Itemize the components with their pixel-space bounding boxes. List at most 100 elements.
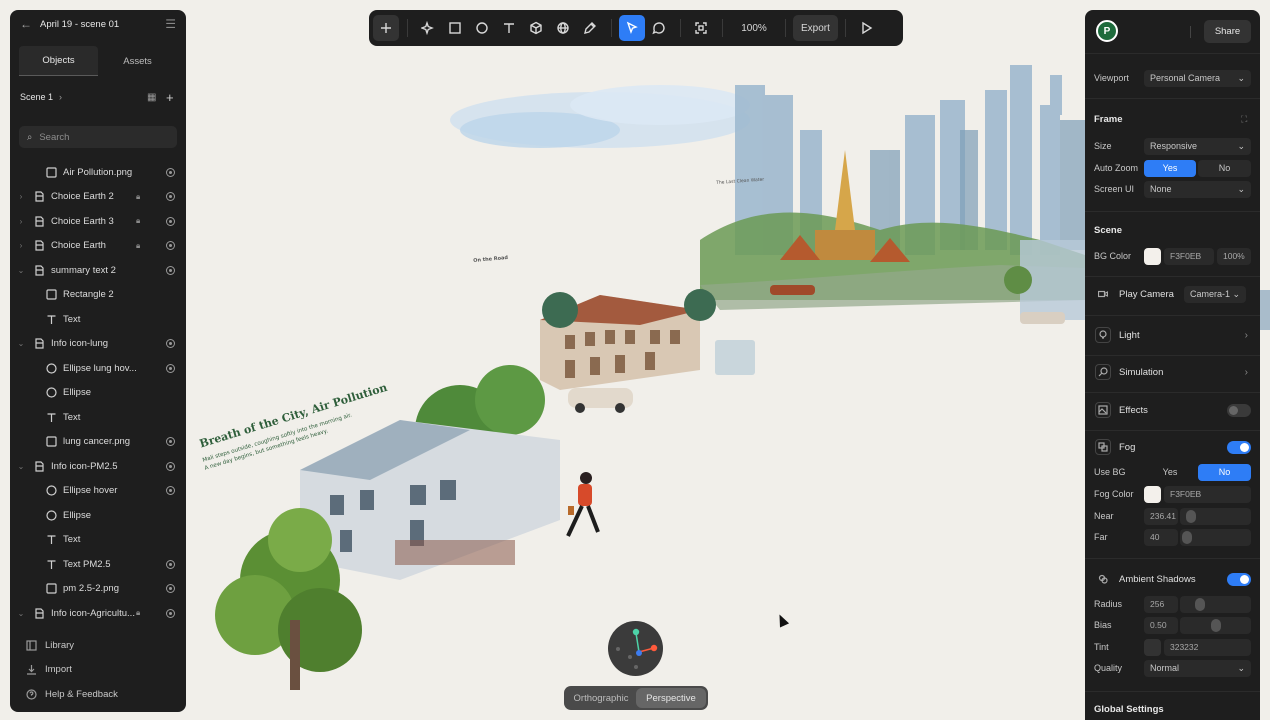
layer-row[interactable]: Air Pollution.png	[10, 160, 186, 185]
layer-row[interactable]: › Choice Earth 🔒︎	[10, 234, 186, 259]
back-arrow-icon[interactable]: ←	[20, 17, 32, 31]
bgcolor-opacity[interactable]: 100%	[1217, 247, 1251, 265]
lock-icon[interactable]: 🔒︎	[136, 608, 140, 618]
play-button[interactable]	[853, 15, 879, 41]
bgcolor-swatch[interactable]	[1144, 247, 1161, 265]
orthographic-button[interactable]: Orthographic	[566, 688, 636, 708]
visibility-icon[interactable]	[166, 559, 175, 569]
visibility-icon[interactable]	[166, 192, 175, 202]
layer-row[interactable]: › Choice Earth 3 🔒︎	[10, 209, 186, 234]
add-scene-icon[interactable]: +	[166, 90, 174, 105]
pen-tool-button[interactable]	[577, 15, 603, 41]
layer-row[interactable]: ⌄ Info icon-Agricultu... 🔒︎	[10, 601, 186, 626]
far-value[interactable]: 40	[1144, 528, 1178, 546]
far-slider-handle[interactable]	[1182, 530, 1192, 544]
visibility-icon[interactable]	[166, 437, 175, 447]
light-row[interactable]: Light ›	[1085, 322, 1260, 348]
frame-button[interactable]	[688, 15, 714, 41]
fog-toggle[interactable]	[1227, 440, 1251, 454]
fogcolor-swatch[interactable]	[1144, 485, 1161, 503]
visibility-icon[interactable]	[166, 167, 175, 177]
layer-row[interactable]: ⌄ Info icon-lung	[10, 332, 186, 357]
autozoom-yes[interactable]: Yes	[1144, 159, 1196, 177]
visibility-icon[interactable]	[166, 584, 175, 594]
radius-value[interactable]: 256	[1144, 595, 1178, 613]
screenui-select[interactable]: None ⌄	[1144, 180, 1251, 198]
visibility-icon[interactable]	[166, 363, 175, 373]
visibility-icon[interactable]	[166, 461, 175, 471]
comment-tool-button[interactable]	[646, 15, 672, 41]
visibility-icon[interactable]	[166, 216, 175, 226]
layer-row[interactable]: lung cancer.png	[10, 430, 186, 455]
size-select[interactable]: Responsive ⌄	[1144, 137, 1251, 155]
orientation-gizmo[interactable]	[608, 621, 663, 676]
camera-select[interactable]: Camera-1 ⌄	[1184, 285, 1246, 303]
ellipse-tool-button[interactable]	[469, 15, 495, 41]
search-input[interactable]: ⌕ Search	[19, 126, 177, 148]
collapse-caret-icon[interactable]: ⌄	[17, 462, 25, 471]
effects-toggle[interactable]	[1227, 403, 1251, 417]
bgcolor-hex[interactable]: F3F0EB	[1164, 247, 1214, 265]
import-link[interactable]: Import	[10, 658, 186, 683]
layer-row[interactable]: Ellipse lung hov...	[10, 356, 186, 381]
cube-tool-button[interactable]	[523, 15, 549, 41]
far-slider[interactable]	[1180, 528, 1251, 546]
expand-caret-icon[interactable]: ›	[17, 241, 25, 250]
sphere-tool-button[interactable]	[550, 15, 576, 41]
collapse-caret-icon[interactable]: ⌄	[17, 266, 25, 275]
layer-row[interactable]: ⌄ summary text 2	[10, 258, 186, 283]
layer-row[interactable]: Ellipse hover	[10, 479, 186, 504]
rectangle-tool-button[interactable]	[442, 15, 468, 41]
near-value[interactable]: 236.41	[1144, 507, 1178, 525]
layer-row[interactable]: pm 2.5-2.png	[10, 577, 186, 602]
layer-row[interactable]: ⌄ Info icon-PM2.5	[10, 454, 186, 479]
layer-row[interactable]: Text PM2.5	[10, 552, 186, 577]
autozoom-no[interactable]: No	[1198, 159, 1251, 177]
export-button[interactable]: Export	[793, 15, 838, 41]
ambient-shadows-toggle[interactable]	[1227, 572, 1251, 586]
zoom-level[interactable]: 100%	[730, 15, 778, 41]
text-tool-button[interactable]	[496, 15, 522, 41]
lock-icon[interactable]: 🔒︎	[136, 241, 140, 251]
help-link[interactable]: Help & Feedback	[10, 682, 186, 707]
tab-objects[interactable]: Objects	[19, 46, 98, 76]
usebg-yes[interactable]: Yes	[1144, 464, 1196, 481]
avatar[interactable]: P	[1096, 20, 1118, 42]
scene-selector[interactable]: Scene 1 › ▦ +	[20, 90, 178, 105]
collapse-caret-icon[interactable]: ⌄	[17, 609, 25, 618]
layer-row[interactable]: Text	[10, 405, 186, 430]
layer-row[interactable]: Ellipse	[10, 503, 186, 528]
project-title[interactable]: April 19 - scene 01	[40, 19, 165, 30]
visibility-icon[interactable]	[166, 608, 175, 618]
viewport-select[interactable]: Personal Camera ⌄	[1144, 69, 1251, 87]
library-link[interactable]: Library	[10, 633, 186, 658]
visibility-icon[interactable]	[166, 339, 175, 349]
share-button[interactable]: Share	[1204, 20, 1251, 43]
tab-assets[interactable]: Assets	[98, 46, 177, 76]
ai-tool-button[interactable]	[415, 15, 441, 41]
radius-slider[interactable]	[1180, 595, 1251, 613]
expand-caret-icon[interactable]: ›	[17, 192, 25, 201]
simulation-row[interactable]: Simulation ›	[1085, 359, 1260, 385]
viewport-canvas[interactable]: Breath of the City, Air Pollution Mali s…	[0, 0, 1270, 720]
bias-slider[interactable]	[1180, 616, 1251, 634]
layer-row[interactable]: Rectangle 2	[10, 283, 186, 308]
fogcolor-hex[interactable]: F3F0EB	[1164, 485, 1251, 503]
collapse-caret-icon[interactable]: ⌄	[17, 339, 25, 348]
expand-icon[interactable]: ⛶	[1241, 114, 1247, 125]
expand-caret-icon[interactable]: ›	[17, 217, 25, 226]
layer-row[interactable]: Ellipse	[10, 381, 186, 406]
near-slider-handle[interactable]	[1186, 509, 1196, 523]
layer-row[interactable]: Text	[10, 528, 186, 553]
perspective-button[interactable]: Perspective	[636, 688, 706, 708]
quality-select[interactable]: Normal ⌄	[1144, 659, 1251, 677]
visibility-icon[interactable]	[166, 265, 175, 275]
usebg-no[interactable]: No	[1198, 463, 1251, 481]
grid-view-icon[interactable]: ▦	[147, 92, 156, 103]
select-tool-button[interactable]	[619, 15, 645, 41]
tint-swatch[interactable]	[1144, 638, 1161, 656]
lock-icon[interactable]: 🔒︎	[136, 216, 140, 226]
bias-value[interactable]: 0.50	[1144, 616, 1178, 634]
layer-row[interactable]: › Choice Earth 2 🔒︎	[10, 185, 186, 210]
radius-slider-handle[interactable]	[1195, 597, 1205, 611]
